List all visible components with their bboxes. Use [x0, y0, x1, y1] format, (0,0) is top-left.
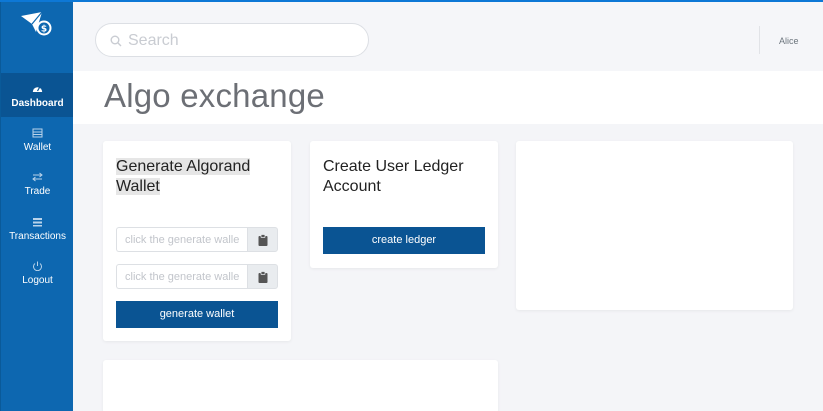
- generate-wallet-card: Generate Algorand Wallet generate wallet: [103, 141, 291, 341]
- copy-mnemonic-button[interactable]: [247, 264, 278, 289]
- sidebar-item-label: Trade: [24, 186, 51, 197]
- sidebar-item-dashboard[interactable]: Dashboard: [1, 73, 74, 117]
- trade-icon: [32, 172, 43, 182]
- wallet-address-field: [116, 227, 278, 252]
- search-box[interactable]: [95, 23, 369, 57]
- transactions-icon: [33, 218, 42, 227]
- generate-wallet-button[interactable]: generate wallet: [116, 301, 278, 328]
- sidebar-item-label: Dashboard: [11, 98, 64, 109]
- card-title: Create User Ledger Account: [323, 158, 464, 195]
- sidebar-item-label: Transactions: [9, 231, 66, 242]
- user-name[interactable]: Alice: [779, 36, 799, 46]
- clipboard-icon: [258, 234, 268, 246]
- create-ledger-button[interactable]: create ledger: [323, 227, 485, 254]
- card-title: Generate Algorand Wallet: [116, 158, 251, 195]
- sidebar-item-trade[interactable]: Trade: [1, 161, 74, 205]
- search-icon: [110, 35, 122, 47]
- empty-panel-card: [516, 141, 793, 310]
- sidebar-item-label: Logout: [22, 275, 53, 286]
- wallet-icon: [32, 128, 43, 138]
- sidebar-item-wallet[interactable]: Wallet: [1, 117, 74, 161]
- app-logo-icon[interactable]: $: [20, 10, 54, 40]
- sidebar-item-logout[interactable]: Logout: [1, 250, 74, 294]
- sidebar-item-label: Wallet: [23, 142, 52, 153]
- empty-bottom-card: [103, 360, 498, 411]
- wallet-mnemonic-field: [116, 264, 278, 289]
- search-input[interactable]: [128, 30, 358, 52]
- svg-text:$: $: [41, 25, 47, 35]
- sidebar: $ Dashboard Wallet Trade Transactions Lo…: [0, 2, 74, 411]
- topbar-divider: [759, 26, 760, 54]
- power-icon: [33, 261, 42, 271]
- sidebar-item-transactions[interactable]: Transactions: [1, 206, 74, 250]
- wallet-address-input[interactable]: [116, 227, 247, 252]
- page-title: Algo exchange: [104, 77, 325, 114]
- wallet-mnemonic-input[interactable]: [116, 264, 247, 289]
- page-header: Algo exchange: [73, 71, 823, 124]
- dashboard-icon: [32, 87, 43, 92]
- copy-address-button[interactable]: [247, 227, 278, 252]
- top-bar: Alice: [73, 2, 823, 71]
- clipboard-icon: [258, 271, 268, 283]
- create-ledger-card: Create User Ledger Account create ledger: [310, 141, 498, 268]
